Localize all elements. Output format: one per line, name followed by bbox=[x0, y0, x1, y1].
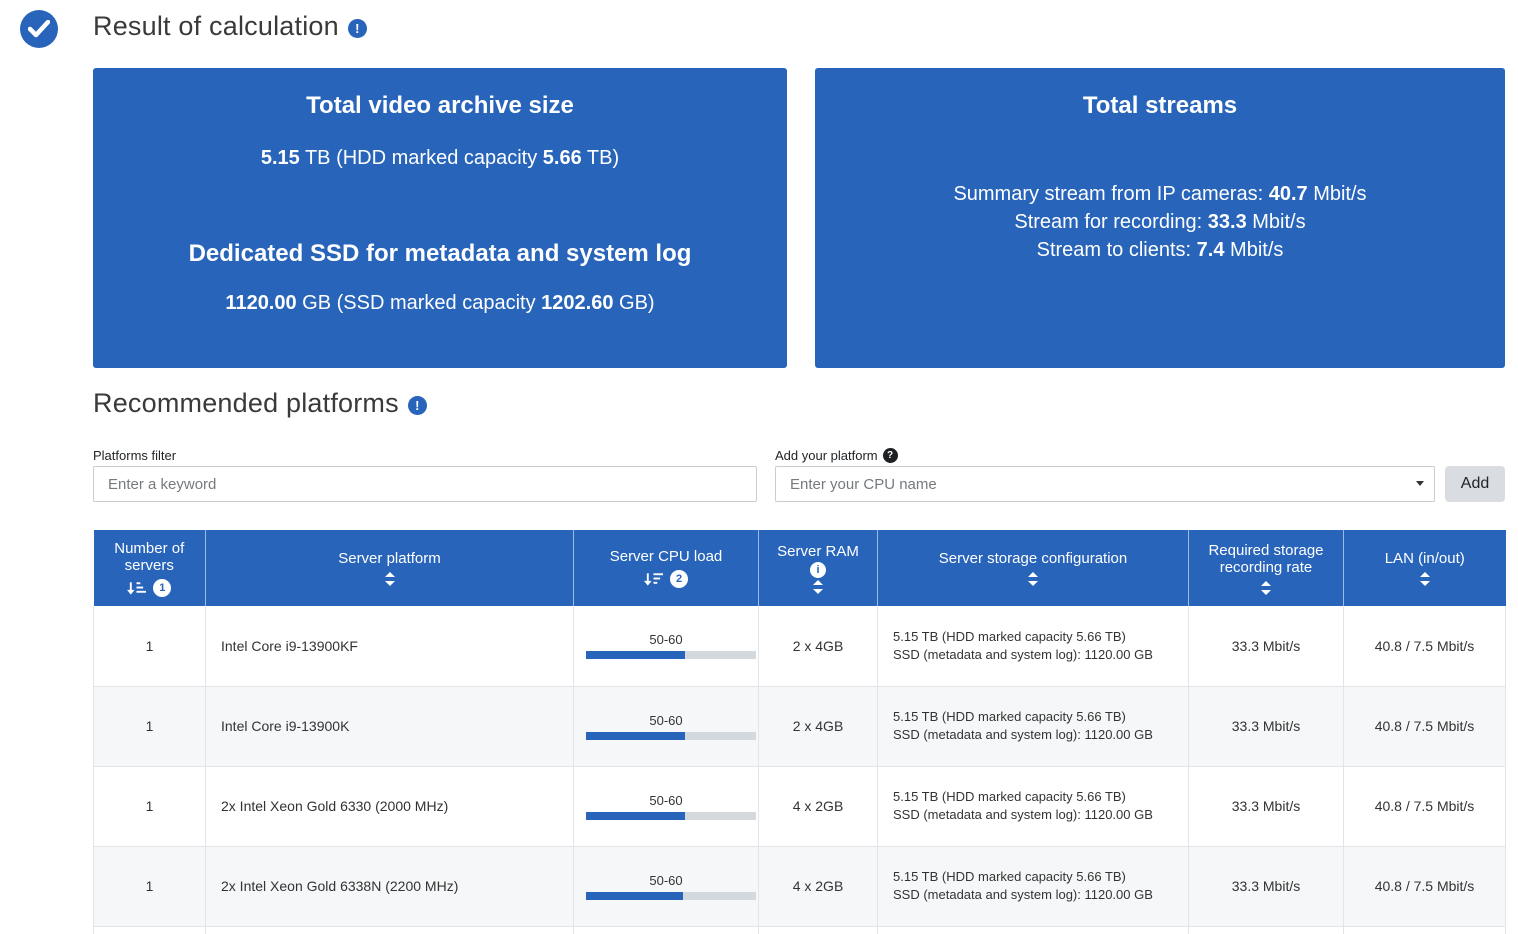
cpu-load-progressbar bbox=[586, 651, 756, 660]
cell-server-cpu-load: 50-60 bbox=[573, 766, 759, 847]
sort-amount-desc-icon bbox=[644, 573, 663, 586]
table-row: 1 Intel Core i9-13900K 50-60 2 x 4GB 5.1… bbox=[93, 686, 1506, 767]
cell-number-of-servers: 1 bbox=[93, 766, 206, 847]
cpu-load-progress-fill bbox=[586, 651, 685, 660]
page-title: Result of calculation bbox=[93, 11, 339, 41]
cpu-name-combobox bbox=[775, 466, 1435, 502]
cell-server-cpu-load: 50-60 bbox=[573, 846, 759, 927]
sort-arrows-icon bbox=[1261, 580, 1271, 595]
cell-server-cpu-load: 50-60 bbox=[573, 686, 759, 767]
cell-recording-rate: 33.3 Mbit/s bbox=[1188, 606, 1344, 687]
cell-server-platform: 2x Intel Xeon Gold 6338N (2200 MHz) bbox=[205, 846, 574, 927]
cell-server-ram: 4 x 2GB bbox=[758, 846, 878, 927]
stream-line-clients: Stream to clients: 7.4 Mbit/s bbox=[1036, 239, 1284, 261]
sort-amount-asc-icon bbox=[127, 581, 147, 595]
cell-server-platform: Intel Core i9-13900KF bbox=[205, 606, 574, 687]
cpu-load-progress-fill bbox=[586, 891, 683, 900]
cpu-load-progressbar bbox=[586, 891, 756, 900]
add-platform-help-icon[interactable]: ? bbox=[882, 448, 898, 463]
cell-server-ram: 4 x 2GB bbox=[758, 766, 878, 847]
cell-number-of-servers: 1 bbox=[93, 686, 206, 767]
col-header-number-of-servers[interactable]: Number of servers 1 bbox=[93, 530, 206, 606]
col-header-server-platform[interactable]: Server platform bbox=[205, 530, 574, 606]
cell-lan: 40.8 / 7.5 Mbit/s bbox=[1343, 846, 1506, 927]
platforms-filter-input[interactable] bbox=[93, 466, 757, 502]
cell-server-ram: 2 x 4GB bbox=[758, 606, 878, 687]
sort-arrows-icon bbox=[1028, 572, 1038, 586]
cell-lan: 40.8 / 7.5 Mbit/s bbox=[1343, 766, 1506, 847]
add-platform-label: Add your platform bbox=[775, 448, 878, 463]
cell-storage-configuration: 5.15 TB (HDD marked capacity 5.66 TB) SS… bbox=[877, 606, 1189, 687]
sort-arrows-icon bbox=[813, 579, 823, 594]
sort-priority-badge: 1 bbox=[153, 578, 172, 597]
partially-visible-row bbox=[93, 926, 1506, 934]
stream-line-recording: Stream for recording: 33.3 Mbit/s bbox=[1014, 211, 1306, 233]
col-header-storage-configuration[interactable]: Server storage configuration bbox=[877, 530, 1189, 606]
col-header-recording-rate[interactable]: Required storage recording rate bbox=[1188, 530, 1344, 606]
recommended-platforms-title: Recommended platforms bbox=[93, 388, 399, 418]
cpu-load-progress-fill bbox=[586, 731, 685, 740]
cpu-load-progressbar bbox=[586, 731, 756, 740]
ssd-title: Dedicated SSD for metadata and system lo… bbox=[188, 240, 692, 267]
platforms-table: Number of servers 1 Server platform Serv… bbox=[93, 530, 1506, 934]
ram-info-icon[interactable]: i bbox=[810, 561, 826, 578]
add-platform-button[interactable]: Add bbox=[1445, 466, 1505, 502]
platforms-info-icon[interactable]: ! bbox=[407, 396, 427, 415]
cpu-load-progressbar bbox=[586, 811, 756, 820]
combobox-caret-icon[interactable] bbox=[1416, 481, 1424, 486]
sort-arrows-icon bbox=[384, 572, 395, 586]
cell-number-of-servers: 1 bbox=[93, 606, 206, 687]
archive-hdd-line: 5.15 TB (HDD marked capacity 5.66 TB) bbox=[260, 147, 620, 169]
cell-server-platform: 2x Intel Xeon Gold 6330 (2000 MHz) bbox=[205, 766, 574, 847]
cell-recording-rate: 33.3 Mbit/s bbox=[1188, 846, 1344, 927]
total-streams-card: Total streams Summary stream from IP cam… bbox=[815, 68, 1505, 368]
cell-server-ram: 2 x 4GB bbox=[758, 686, 878, 767]
table-row: 1 2x Intel Xeon Gold 6338N (2200 MHz) 50… bbox=[93, 846, 1506, 927]
cell-number-of-servers: 1 bbox=[93, 846, 206, 927]
table-header-row: Number of servers 1 Server platform Serv… bbox=[93, 530, 1506, 606]
sort-priority-badge: 2 bbox=[670, 570, 688, 588]
cell-lan: 40.8 / 7.5 Mbit/s bbox=[1343, 606, 1506, 687]
cell-server-cpu-load: 50-60 bbox=[573, 606, 759, 687]
col-header-server-cpu-load[interactable]: Server CPU load 2 bbox=[573, 530, 759, 606]
platforms-filter-label: Platforms filter bbox=[93, 448, 177, 463]
cell-recording-rate: 33.3 Mbit/s bbox=[1188, 766, 1344, 847]
cell-storage-configuration: 5.15 TB (HDD marked capacity 5.66 TB) SS… bbox=[877, 686, 1189, 767]
table-row: 1 2x Intel Xeon Gold 6330 (2000 MHz) 50-… bbox=[93, 766, 1506, 847]
success-check-icon bbox=[20, 10, 58, 48]
cell-storage-configuration: 5.15 TB (HDD marked capacity 5.66 TB) SS… bbox=[877, 766, 1189, 847]
streams-card-title: Total streams bbox=[1082, 92, 1238, 119]
cpu-load-progress-fill bbox=[586, 811, 685, 820]
cell-lan: 40.8 / 7.5 Mbit/s bbox=[1343, 686, 1506, 767]
archive-card-title: Total video archive size bbox=[306, 92, 574, 119]
table-row: 1 Intel Core i9-13900KF 50-60 2 x 4GB 5.… bbox=[93, 606, 1506, 687]
col-header-server-ram[interactable]: Server RAM i bbox=[758, 530, 878, 606]
cpu-name-input[interactable] bbox=[775, 466, 1435, 502]
summary-cards: Total video archive size 5.15 TB (HDD ma… bbox=[93, 68, 1505, 368]
cell-recording-rate: 33.3 Mbit/s bbox=[1188, 686, 1344, 767]
sort-arrows-icon bbox=[1419, 572, 1430, 586]
cell-server-platform: Intel Core i9-13900K bbox=[205, 686, 574, 767]
table-row bbox=[93, 926, 1506, 934]
archive-size-card: Total video archive size 5.15 TB (HDD ma… bbox=[93, 68, 787, 368]
archive-ssd-line: 1120.00 GB (SSD marked capacity 1202.60 … bbox=[225, 292, 655, 314]
col-header-lan[interactable]: LAN (in/out) bbox=[1343, 530, 1506, 606]
check-icon bbox=[28, 20, 50, 38]
result-info-icon[interactable]: ! bbox=[347, 19, 367, 38]
stream-line-cameras: Summary stream from IP cameras: 40.7 Mbi… bbox=[953, 183, 1367, 205]
result-page: Result of calculation ! Total video arch… bbox=[0, 0, 1518, 934]
cell-storage-configuration: 5.15 TB (HDD marked capacity 5.66 TB) SS… bbox=[877, 846, 1189, 927]
